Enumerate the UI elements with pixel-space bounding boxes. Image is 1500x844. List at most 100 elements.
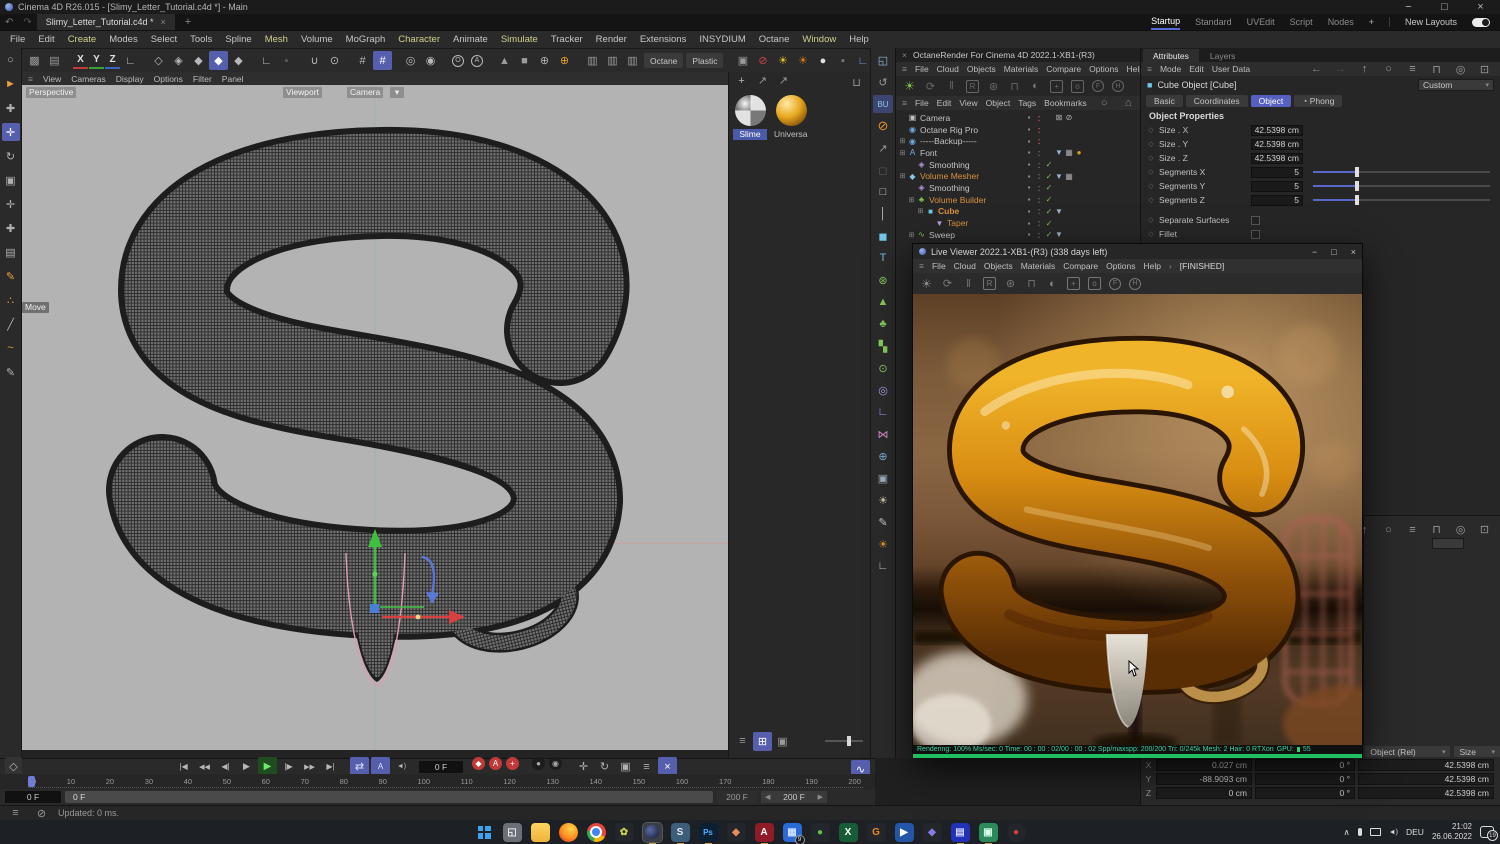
stepper-right-icon[interactable]: ▶ [818, 793, 823, 801]
firefox-icon[interactable] [558, 822, 578, 842]
section-tab-phong[interactable]: ◔ Phong [1294, 94, 1343, 107]
hamburger-icon[interactable]: ≡ [902, 64, 907, 74]
multi-move-icon[interactable]: ✚ [2, 219, 20, 237]
object-row-octane-rig-pro[interactable]: ◉ Octane Rig Pro ▪: [896, 124, 1140, 136]
layer-square-icon[interactable]: ▪ [1024, 207, 1034, 216]
lock-icon[interactable]: ⊓ [1427, 520, 1446, 539]
menu-mesh[interactable]: Mesh [265, 34, 288, 45]
white-sphere-icon[interactable]: ● [813, 51, 832, 70]
cube-primitive-icon[interactable]: ◼ [873, 227, 893, 245]
attr-menu-edit[interactable]: Edit [1189, 64, 1204, 74]
lv-menu-file[interactable]: File [932, 261, 946, 271]
ring-icon[interactable]: ◎ [401, 51, 420, 70]
find-icon[interactable]: ○ [2, 51, 20, 69]
material-slime[interactable]: Slime [733, 95, 767, 140]
hexagon-solid-icon[interactable]: ◆ [209, 51, 228, 70]
symmetry-icon[interactable]: ⋈ [873, 425, 893, 443]
move-icon[interactable]: ✛ [1, 123, 20, 141]
tab-layers[interactable]: Layers [1200, 49, 1246, 62]
pin-f-icon[interactable]: F [1092, 80, 1104, 92]
knife-icon[interactable]: ╱ [2, 315, 20, 333]
layer-square-icon[interactable]: ▪ [1024, 195, 1034, 204]
plane-icon[interactable]: □ [873, 183, 893, 201]
material-pen-icon[interactable]: ✎ [873, 513, 893, 531]
big-view-icon[interactable]: ▣ [773, 732, 792, 751]
checker-tag-icon[interactable]: ▦ [1064, 148, 1074, 157]
enable-dots-icon[interactable]: : [1034, 136, 1044, 146]
viewport-menu-cameras[interactable]: Cameras [71, 74, 105, 84]
node-link-icon[interactable]: ▪ [833, 51, 852, 70]
size-field[interactable]: 42.5398 cm [1358, 773, 1494, 785]
photoshop-icon[interactable]: Ps [698, 822, 718, 844]
display-tag-icon[interactable]: ▼ [1054, 230, 1064, 239]
menu-tracker[interactable]: Tracker [551, 34, 583, 45]
kernel-settings-icon[interactable]: ⊛ [984, 77, 1003, 96]
octane-menu-file[interactable]: File [915, 64, 929, 74]
projection-label[interactable]: Perspective [26, 87, 77, 98]
notification-icon[interactable]: 19 [1480, 826, 1498, 841]
field-icon[interactable]: ◎ [873, 381, 893, 399]
display-icon[interactable] [1369, 828, 1381, 836]
lv-menu-options[interactable]: Options [1106, 261, 1135, 271]
om-menu-tags[interactable]: Tags [1018, 98, 1036, 108]
value-slider[interactable] [1313, 167, 1490, 177]
om-menu-file[interactable]: File [915, 98, 929, 108]
trash-icon[interactable]: ⊔ [847, 73, 866, 92]
section-tab-coordinates[interactable]: Coordinates [1185, 94, 1248, 107]
new-tab-icon[interactable]: + [185, 16, 191, 28]
enable-dots-icon[interactable]: : [1034, 113, 1044, 123]
menu-create[interactable]: Create [68, 34, 97, 45]
size-dropdown[interactable]: Size ▾ [1454, 746, 1500, 757]
marquee-icon[interactable]: ◻ [873, 161, 893, 179]
pause-render-icon[interactable]: ‖ [959, 274, 978, 293]
o-sphere-icon[interactable]: O [452, 54, 464, 67]
layer-square-icon[interactable]: ▪ [1024, 125, 1034, 134]
end-frame-stepper[interactable]: ◀ 200 F ▶ [761, 790, 827, 803]
object-row-font[interactable]: ⊞ A Font ▪: ▼ ▦ ● [896, 147, 1140, 159]
pin-h-icon[interactable]: H [1112, 80, 1124, 92]
tab-close-icon[interactable]: × [161, 17, 166, 27]
octane-menu-cloud[interactable]: Cloud [937, 64, 959, 74]
octane-menu-materials[interactable]: Materials [1004, 64, 1038, 74]
forbid-icon[interactable]: ⊘ [873, 117, 893, 135]
viewport-menu-filter[interactable]: Filter [193, 74, 212, 84]
object-row-taper[interactable]: ▼ Taper ▪: ✓ [896, 217, 1140, 229]
octane-flame-orange-icon[interactable]: ☀ [793, 51, 812, 70]
g-shield-icon[interactable]: G [866, 822, 886, 842]
octane-sun-icon[interactable]: ☀ [873, 535, 893, 553]
search-app-icon[interactable]: ◱ [502, 822, 522, 842]
enable-dots-icon[interactable]: : [1034, 148, 1044, 158]
export-arrow-icon[interactable]: ↗ [873, 139, 893, 157]
camera-menu-icon[interactable]: ▾ [390, 87, 404, 98]
sublime-icon[interactable]: S [670, 822, 690, 844]
expand-icon[interactable]: ⊞ [907, 231, 916, 239]
target-icon[interactable]: ◎ [1451, 520, 1470, 539]
popout-icon[interactable]: ⊡ [1475, 520, 1494, 539]
layer-square-icon[interactable]: ▪ [1024, 230, 1034, 239]
display-tag-icon[interactable]: ▼ [1054, 148, 1064, 157]
hamburger-icon[interactable]: ≡ [902, 98, 907, 108]
search-icon[interactable]: ○ [1379, 60, 1398, 79]
edit-material-icon[interactable]: ↗ [774, 71, 793, 90]
display-tag-icon[interactable]: ▼ [1054, 172, 1064, 181]
enable-dots-icon[interactable]: : [1034, 160, 1044, 170]
timeline-ruler[interactable]: 0102030405060708090100110120130140150160… [0, 774, 875, 789]
value-field[interactable]: 42.5398 cm [1251, 138, 1303, 150]
axis-y-icon[interactable]: Y [89, 53, 104, 69]
excel-icon[interactable]: X [838, 822, 858, 842]
sketch-icon[interactable]: ✎ [2, 363, 20, 381]
menu-extensions[interactable]: Extensions [640, 34, 686, 45]
playhead[interactable] [28, 776, 35, 787]
checkbox[interactable] [1251, 215, 1260, 225]
add-region-icon[interactable]: + [1050, 79, 1063, 93]
wire-sphere-icon[interactable]: ⊕ [535, 51, 554, 70]
resolve-icon[interactable]: ◆ [726, 822, 746, 842]
magnet-icon[interactable]: ∪ [305, 51, 324, 70]
size-field[interactable]: 42.5398 cm [1358, 759, 1494, 771]
range-length-field[interactable]: 200 F [717, 790, 757, 803]
state-check-icon[interactable]: ✓ [1044, 183, 1054, 192]
add-layout-icon[interactable]: + [1369, 17, 1374, 27]
stepper-left-icon[interactable]: ◀ [765, 793, 770, 801]
enable-dots-icon[interactable]: : [1034, 230, 1044, 240]
size-field[interactable]: 42.5398 cm [1358, 787, 1494, 799]
